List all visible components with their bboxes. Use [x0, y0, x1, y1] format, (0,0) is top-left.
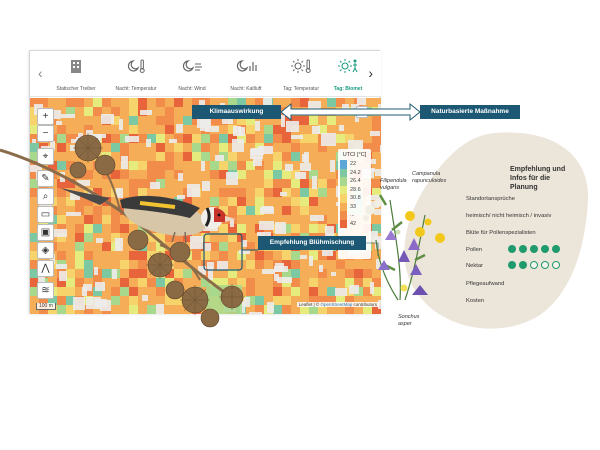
rating-dot-filled — [519, 245, 527, 253]
tool-nacht-kaltluft[interactable]: Nacht: Kaltluft — [218, 57, 274, 95]
legend-value: 24.2 — [350, 169, 361, 176]
measure-icon[interactable]: ⋀ — [37, 260, 54, 277]
save-icon[interactable]: ▣ — [37, 224, 54, 241]
moon-wind-icon — [182, 60, 202, 72]
locate-icon[interactable]: ⌖ — [37, 148, 54, 165]
map-scale: 100 m — [36, 303, 56, 310]
utci-map-layer — [30, 98, 381, 314]
legend-swatch — [340, 211, 347, 220]
info-nektar: Nektar — [466, 263, 484, 269]
rating-dot-empty — [530, 261, 538, 269]
legend-value: 42 — [350, 220, 357, 227]
legend-swatch — [340, 160, 347, 169]
document-icon[interactable]: ▭ — [37, 206, 54, 223]
rating-dot-filled — [552, 245, 560, 253]
nektar-rating — [508, 261, 560, 269]
legend-value: 28.6 — [350, 186, 361, 193]
zoom-out-button[interactable]: − — [37, 125, 54, 142]
info-pollen: Pollen — [466, 247, 483, 253]
layers-edit-icon[interactable]: ✎ — [37, 170, 54, 187]
legend-value: 26.4 — [350, 178, 361, 185]
moon-thermometer-icon — [127, 59, 145, 73]
legend-swatch — [340, 185, 347, 194]
rating-dot-empty — [552, 261, 560, 269]
rating-dot-filled — [530, 245, 538, 253]
info-kosten: Kosten — [466, 298, 485, 304]
info-title: Empfehlung und Infos für die Planung — [510, 166, 566, 191]
rating-dot-filled — [541, 245, 549, 253]
chevron-right-icon[interactable]: › — [368, 65, 373, 81]
plant-label-sonchus: Sonchus asper — [398, 314, 420, 327]
heat-map[interactable]: + − ⌖ ✎ ⌕ ▭ ▣ ◈ ⋀ ≋ ≡ Leaflet | © OpenSt… — [30, 98, 381, 314]
moon-bars-icon — [236, 60, 257, 72]
zoom-in-button[interactable]: + — [37, 108, 54, 125]
rating-dot-filled — [508, 261, 516, 269]
osm-link[interactable]: OpenStreetMap — [320, 302, 352, 307]
sun-thermometer-icon — [291, 59, 311, 73]
legend-value: 22 — [350, 161, 357, 168]
tool-nacht-temperatur[interactable]: Nacht: Temperatur — [108, 57, 164, 95]
layer-menu-icon[interactable]: ≡ — [356, 106, 368, 118]
info-standort: Standortansprüche — [466, 196, 515, 202]
layer-toolbar: ‹ Statischer Treiber Nacht: Temperatur N… — [30, 51, 381, 97]
pollen-rating — [508, 245, 560, 253]
legend-value: 33 — [350, 203, 357, 210]
cube-icon[interactable]: ◈ — [37, 242, 54, 259]
tool-label: Tag: Biomet — [333, 86, 363, 92]
building-icon — [71, 60, 81, 73]
composition: ‹ Statischer Treiber Nacht: Temperatur N… — [0, 0, 600, 450]
rating-dot-empty — [541, 261, 549, 269]
app-window: ‹ Statischer Treiber Nacht: Temperatur N… — [29, 50, 381, 314]
info-pflege: Pflegeaufwand — [466, 281, 505, 287]
sun-figure-icon — [338, 59, 358, 73]
legend-value: 30.8 — [350, 195, 361, 202]
plant-label-campanula: Campanula rapunculoides — [412, 171, 447, 184]
rating-dot-filled — [508, 245, 516, 253]
tool-label: Nacht: Kaltluft — [230, 86, 262, 92]
legend-value: ... — [350, 212, 355, 219]
klimaauswirkung-label: Klimaauswirkung — [192, 105, 281, 119]
legend-swatch — [340, 177, 347, 186]
map-attribution: Leaflet | © OpenStreetMap contributors — [296, 302, 379, 307]
legend-title: UTCI [°C] — [342, 152, 367, 158]
tool-label: Nacht: Wind — [178, 86, 206, 92]
tool-label: Nacht: Temperatur — [115, 86, 157, 92]
empfehlung-bluehmischung-label: Empfehlung Blühmischung — [258, 236, 366, 250]
info-bluete: Blüte für Pollenspezialisten — [466, 230, 536, 236]
naturbasierte-massnahme-label: Naturbasierte Maßnahme — [420, 105, 520, 119]
legend-swatch — [340, 202, 347, 211]
chevron-left-icon[interactable]: ‹ — [38, 65, 43, 81]
layers-icon[interactable]: ≋ — [37, 282, 54, 299]
rating-dot-filled — [519, 261, 527, 269]
info-heimisch: heimisch/ nicht heimisch / invasiv — [466, 213, 552, 219]
tool-label: Statischer Treiber — [56, 86, 96, 92]
legend-swatch — [340, 168, 347, 177]
search-location-icon[interactable]: ⌕ — [37, 188, 54, 205]
attribution-prefix: Leaflet | © — [298, 302, 321, 307]
attribution-suffix: contributors — [352, 302, 377, 307]
tool-statischer-treiber[interactable]: Statischer Treiber — [48, 57, 104, 95]
legend-swatch — [340, 194, 347, 203]
legend-swatch — [340, 219, 347, 228]
tool-label: Tag: Temperatur — [282, 86, 320, 92]
tool-nacht-wind[interactable]: Nacht: Wind — [164, 57, 220, 95]
